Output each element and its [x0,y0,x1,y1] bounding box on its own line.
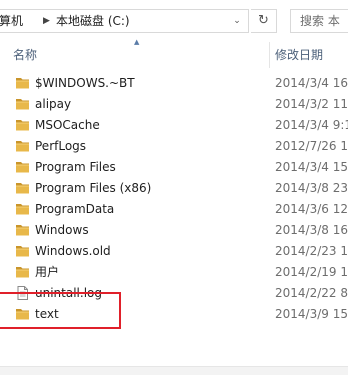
search-placeholder: 搜索 本 [300,14,340,28]
folder-icon [15,181,30,195]
file-name: Program Files [35,160,116,174]
breadcrumb-chevron-icon[interactable]: ▶ [43,10,50,32]
file-name: ProgramData [35,202,115,216]
address-bar[interactable]: 算机 ▶ 本地磁盘 (C:) ⌄ [0,9,249,33]
column-divider[interactable] [269,42,270,68]
file-row-program-files-x86[interactable]: Program Files (x86) 2014/3/8 23: [0,178,348,199]
folder-icon [15,202,30,216]
file-name: Windows [35,223,89,237]
folder-icon [15,76,30,90]
file-name: alipay [35,97,72,111]
navigation-bar: 算机 ▶ 本地磁盘 (C:) ⌄ ↻ 搜索 本 [0,0,348,44]
folder-icon [15,244,30,258]
breadcrumb-local-disk-c[interactable]: 本地磁盘 (C:) [56,10,130,32]
sort-ascending-icon: ▲ [134,38,140,46]
file-row-programdata[interactable]: ProgramData 2014/3/6 12: [0,199,348,220]
file-row-users[interactable]: 用户 2014/2/19 18 [0,262,348,283]
file-row-alipay[interactable]: alipay 2014/3/2 11: [0,94,348,115]
file-date: 2014/2/19 18 [275,265,348,279]
file-name: MSOCache [35,118,100,132]
file-name: Windows.old [35,244,111,258]
file-row-msocache[interactable]: MSOCache 2014/3/4 9:1 [0,115,348,136]
file-name: PerfLogs [35,139,87,153]
breadcrumb-computer[interactable]: 算机 [0,10,23,32]
file-date: 2014/3/4 16: [275,76,348,90]
file-date: 2014/3/8 16: [275,223,348,237]
file-date: 2014/2/23 16 [275,244,348,258]
file-date: 2014/3/6 12: [275,202,348,216]
folder-icon [15,265,30,279]
file-date: 2014/3/8 23: [275,181,348,195]
folder-icon [15,223,30,237]
file-row-windows-bt[interactable]: $WINDOWS.~BT 2014/3/4 16: [0,73,348,94]
file-date: 2014/3/9 15: [275,307,348,321]
column-header-date-modified[interactable]: 修改日期 [275,46,323,64]
file-row-program-files[interactable]: Program Files 2014/3/4 15: [0,157,348,178]
refresh-button[interactable]: ↻ [251,9,277,33]
folder-icon [15,160,30,174]
file-name: 用户 [35,265,60,279]
file-row-perflogs[interactable]: PerfLogs 2012/7/26 15 [0,136,348,157]
search-input[interactable]: 搜索 本 [290,9,348,33]
folder-icon [15,97,30,111]
file-date: 2014/3/4 15: [275,160,348,174]
file-row-windows-old[interactable]: Windows.old 2014/2/23 16 [0,241,348,262]
file-date: 2014/3/2 11: [275,97,348,111]
file-date: 2014/2/22 8: [275,286,348,300]
file-row-windows[interactable]: Windows 2014/3/8 16: [0,220,348,241]
highlight-annotation-box [0,292,121,329]
folder-icon [15,118,30,132]
address-dropdown-icon[interactable]: ⌄ [227,10,247,32]
file-name: $WINDOWS.~BT [35,76,135,90]
file-date: 2014/3/4 9:1 [275,118,348,132]
column-header-name[interactable]: 名称 [13,46,37,64]
file-name: Program Files (x86) [35,181,152,195]
file-date: 2012/7/26 15 [275,139,348,153]
file-list: $WINDOWS.~BT 2014/3/4 16: alipay 2014/3/… [0,73,348,325]
folder-icon [15,139,30,153]
